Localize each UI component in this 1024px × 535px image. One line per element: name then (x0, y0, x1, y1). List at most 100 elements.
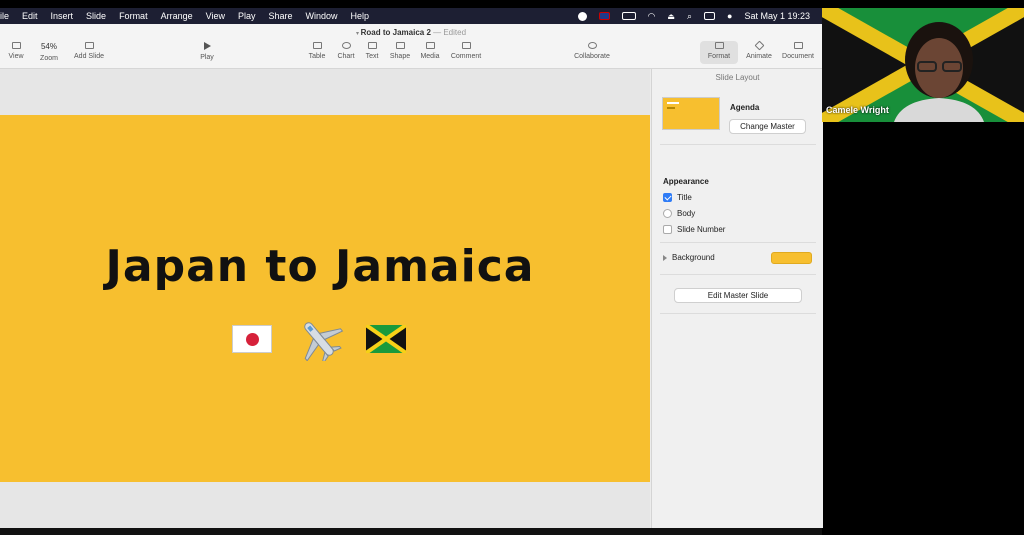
participant-name: Camele Wright (826, 105, 889, 115)
zoom-label: Zoom (40, 55, 58, 62)
media-icon (425, 42, 435, 49)
change-master-button[interactable]: Change Master (729, 119, 806, 134)
body-checkbox-label: Body (677, 209, 696, 218)
divider (660, 274, 816, 275)
collaborate-label: Collaborate (574, 53, 610, 60)
divider (660, 313, 816, 314)
zoom-button[interactable]: 54% Zoom (34, 42, 64, 62)
add-slide-button[interactable]: Add Slide (72, 42, 106, 60)
document-name[interactable]: Road to Jamaica 2 (361, 28, 431, 37)
search-icon[interactable]: ⌕ (687, 11, 692, 22)
battery-icon[interactable] (621, 12, 636, 20)
chart-icon (341, 42, 351, 49)
disclosure-triangle-icon[interactable] (663, 255, 667, 261)
collaborate-button[interactable]: Collaborate (572, 42, 612, 60)
format-label: Format (707, 53, 731, 60)
play-label: Play (200, 54, 214, 61)
menu-share[interactable]: Share (268, 11, 292, 21)
menu-format[interactable]: Format (119, 11, 148, 21)
divider (660, 144, 816, 145)
slide-number-checkbox[interactable] (663, 225, 672, 234)
japan-flag-icon[interactable] (232, 325, 272, 353)
table-label: Table (308, 53, 326, 60)
zoom-value: 54% (40, 42, 57, 51)
document-button[interactable]: Document (780, 42, 816, 60)
toolbar: ▾ Road to Jamaica 2 — Edited View 54% Zo… (0, 24, 822, 69)
document-title: ▾ Road to Jamaica 2 — Edited (0, 28, 822, 37)
background-color-well[interactable] (771, 252, 812, 264)
clock[interactable]: Sat May 1 19:23 (744, 11, 810, 21)
menu-items: ile Edit Insert Slide Format Arrange Vie… (0, 11, 382, 21)
text-label: Text (365, 53, 379, 60)
appearance-heading: Appearance (663, 177, 709, 186)
table-icon (312, 42, 322, 49)
menu-help[interactable]: Help (351, 11, 370, 21)
format-inspector: Slide Layout Agenda Change Master Appear… (651, 69, 823, 528)
paintbrush-icon (714, 42, 724, 49)
play-icon (203, 42, 211, 50)
menu-arrange[interactable]: Arrange (161, 11, 193, 21)
animate-label: Animate (746, 53, 772, 60)
add-slide-label: Add Slide (74, 53, 104, 60)
keynote-window: ▾ Road to Jamaica 2 — Edited View 54% Zo… (0, 24, 823, 528)
divider (660, 242, 816, 243)
airplane-icon[interactable] (294, 317, 344, 361)
comment-icon (461, 42, 471, 49)
menu-edit[interactable]: Edit (22, 11, 38, 21)
slide[interactable]: Japan to Jamaica (0, 115, 650, 482)
eject-icon[interactable]: ⏏ (667, 12, 675, 21)
background-label: Background (672, 253, 715, 262)
text-icon (367, 42, 377, 49)
emoji-row (232, 317, 406, 361)
window-bottom-edge (0, 528, 822, 535)
menu-slide[interactable]: Slide (86, 11, 106, 21)
comment-button[interactable]: Comment (449, 42, 483, 60)
uk-flag-icon[interactable] (598, 12, 610, 20)
wifi-icon[interactable]: ◠ (648, 11, 656, 22)
jamaica-flag-icon[interactable] (366, 325, 406, 353)
format-button[interactable]: Format (700, 41, 738, 64)
body-checkbox[interactable] (663, 209, 672, 218)
panel-header: Slide Layout (715, 73, 760, 82)
menu-insert[interactable]: Insert (51, 11, 74, 21)
play-button[interactable]: Play (197, 42, 217, 61)
master-name: Agenda (730, 103, 760, 112)
edited-status: — Edited (433, 28, 467, 37)
comment-label: Comment (450, 53, 482, 60)
document-label: Document (782, 53, 814, 60)
animate-icon (754, 40, 764, 51)
video-tile[interactable]: Camele Wright (822, 8, 1024, 122)
menu-window[interactable]: Window (306, 11, 338, 21)
text-button[interactable]: Text (363, 42, 381, 60)
view-label: View (8, 53, 24, 60)
menu-play[interactable]: Play (238, 11, 256, 21)
shape-button[interactable]: Shape (388, 42, 412, 60)
master-thumbnail[interactable] (662, 97, 720, 130)
chart-button[interactable]: Chart (335, 42, 357, 60)
siri-icon[interactable]: ● (727, 11, 732, 21)
chart-label: Chart (337, 53, 355, 60)
control-center-icon[interactable] (704, 12, 716, 20)
animate-button[interactable]: Animate (744, 40, 774, 60)
menu-file[interactable]: ile (0, 11, 9, 21)
menu-bar: ile Edit Insert Slide Format Arrange Vie… (0, 8, 822, 24)
slide-canvas[interactable]: Japan to Jamaica (0, 69, 650, 528)
collaborate-icon (587, 42, 597, 49)
title-checkbox-label: Title (677, 193, 692, 202)
table-button[interactable]: Table (307, 42, 327, 60)
slide-number-checkbox-label: Slide Number (677, 225, 726, 234)
edit-master-slide-button[interactable]: Edit Master Slide (674, 288, 802, 303)
document-icon (793, 42, 803, 49)
slide-title[interactable]: Japan to Jamaica (0, 241, 640, 292)
status-area: ◠ ⏏ ⌕ ● Sat May 1 19:23 (577, 11, 822, 22)
shape-icon (395, 42, 405, 49)
menu-view[interactable]: View (206, 11, 225, 21)
title-checkbox[interactable] (663, 193, 672, 202)
media-button[interactable]: Media (419, 42, 441, 60)
sidebar-icon (11, 42, 21, 49)
shape-label: Shape (389, 53, 411, 60)
view-button[interactable]: View (5, 42, 27, 60)
media-label: Media (420, 53, 440, 60)
add-slide-icon (84, 42, 94, 49)
messages-icon[interactable] (577, 11, 587, 21)
